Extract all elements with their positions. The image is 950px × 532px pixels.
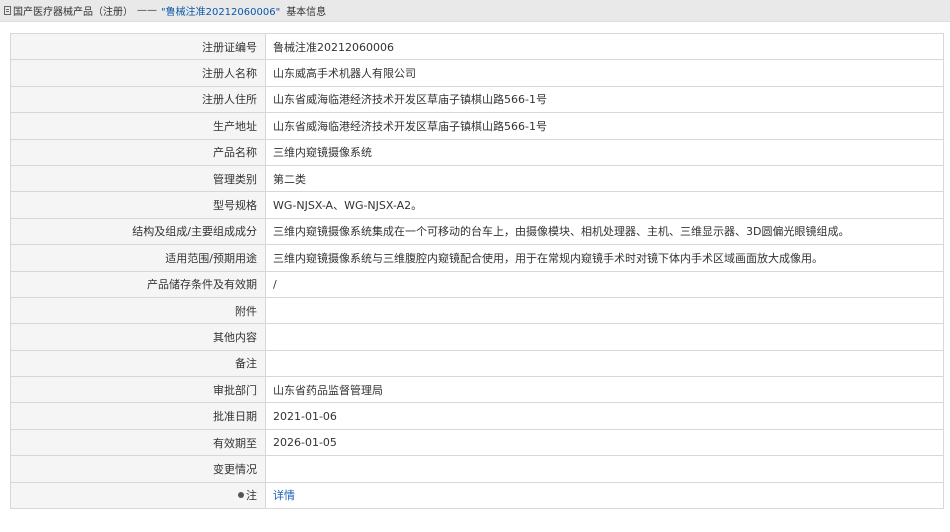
note-label-cell: 注 — [10, 481, 266, 510]
row-value: 2021-01-06 — [265, 402, 944, 430]
table-row: 其他内容 — [10, 323, 944, 351]
row-value — [265, 349, 944, 378]
breadcrumb-separator: —— — [137, 5, 157, 16]
row-label: 生产地址 — [10, 112, 266, 140]
table-row: 附件 — [10, 296, 944, 325]
row-value: 三维内窥镜摄像系统与三维腹腔内窥镜配合使用，用于在常规内窥镜手术时对镜下体内手术… — [265, 244, 944, 272]
table-row: 管理类别 第二类 — [10, 164, 944, 193]
breadcrumb-tail: 基本信息 — [286, 7, 327, 18]
pin-icon — [238, 492, 244, 499]
breadcrumb: 国产医疗器械产品（注册） —— "鲁械注准20212060006" 基本信息 — [0, 0, 950, 22]
table-row: 结构及组成/主要组成成分 三维内窥镜摄像系统集成在一个可移动的台车上，由摄像模块… — [10, 217, 944, 246]
row-label: 其他内容 — [10, 323, 266, 351]
row-value: 第二类 — [265, 164, 944, 193]
table-row: 注册人住所 山东省威海临港经济技术开发区草庙子镇棋山路566-1号 — [10, 85, 944, 114]
table-row: 注册人名称 山东威高手术机器人有限公司 — [10, 59, 944, 87]
row-label: 产品储存条件及有效期 — [10, 270, 266, 298]
row-label: 管理类别 — [10, 164, 266, 193]
row-label: 审批部门 — [10, 376, 266, 404]
row-value — [265, 455, 944, 483]
table-row: 有效期至 2026-01-05 — [10, 428, 944, 457]
row-label: 注册人住所 — [10, 85, 266, 114]
row-label: 有效期至 — [10, 428, 266, 457]
row-label: 注册证编号 — [10, 32, 266, 61]
row-value: 2026-01-05 — [265, 428, 944, 457]
detail-table: 注册证编号 鲁械注准20212060006 注册人名称 山东威高手术机器人有限公… — [10, 32, 944, 510]
details-link[interactable]: 详情 — [273, 489, 295, 502]
row-label: 注册人名称 — [10, 59, 266, 87]
row-label: 结构及组成/主要组成成分 — [10, 217, 266, 246]
row-label: 备注 — [10, 349, 266, 378]
row-value: WG-NJSX-A、WG-NJSX-A2。 — [265, 191, 944, 219]
table-row: 变更情况 — [10, 455, 944, 483]
breadcrumb-current[interactable]: "鲁械注准20212060006" — [161, 3, 280, 18]
row-value — [265, 296, 944, 325]
table-row: 批准日期 2021-01-06 — [10, 402, 944, 430]
table-row: 产品储存条件及有效期 / — [10, 270, 944, 298]
table-row: 产品名称 三维内窥镜摄像系统 — [10, 138, 944, 166]
row-label: 批准日期 — [10, 402, 266, 430]
note-label: 注 — [246, 489, 257, 503]
table-row: 生产地址 山东省威海临港经济技术开发区草庙子镇棋山路566-1号 — [10, 112, 944, 140]
row-value: 山东省药品监督管理局 — [265, 376, 944, 404]
row-value: 三维内窥镜摄像系统 — [265, 138, 944, 166]
row-label: 型号规格 — [10, 191, 266, 219]
table-row: 型号规格 WG-NJSX-A、WG-NJSX-A2。 — [10, 191, 944, 219]
row-value: 鲁械注准20212060006 — [265, 32, 944, 61]
row-label: 变更情况 — [10, 455, 266, 483]
row-label: 附件 — [10, 296, 266, 325]
row-value: 山东省威海临港经济技术开发区草庙子镇棋山路566-1号 — [265, 112, 944, 140]
table-row: 备注 — [10, 349, 944, 378]
document-icon — [4, 6, 11, 15]
row-value: 山东省威海临港经济技术开发区草庙子镇棋山路566-1号 — [265, 85, 944, 114]
row-value: / — [265, 270, 944, 298]
table-row: 审批部门 山东省药品监督管理局 — [10, 376, 944, 404]
table-row: 适用范围/预期用途 三维内窥镜摄像系统与三维腹腔内窥镜配合使用，用于在常规内窥镜… — [10, 244, 944, 272]
row-value: 山东威高手术机器人有限公司 — [265, 59, 944, 87]
row-label: 适用范围/预期用途 — [10, 244, 266, 272]
row-value: 三维内窥镜摄像系统集成在一个可移动的台车上，由摄像模块、相机处理器、主机、三维显… — [265, 217, 944, 246]
breadcrumb-root[interactable]: 国产医疗器械产品（注册） — [13, 3, 133, 18]
row-value — [265, 323, 944, 351]
row-label: 产品名称 — [10, 138, 266, 166]
table-row: 注册证编号 鲁械注准20212060006 — [10, 32, 944, 61]
note-value-cell: 详情 — [265, 481, 944, 510]
note-row: 注 详情 — [10, 481, 944, 510]
